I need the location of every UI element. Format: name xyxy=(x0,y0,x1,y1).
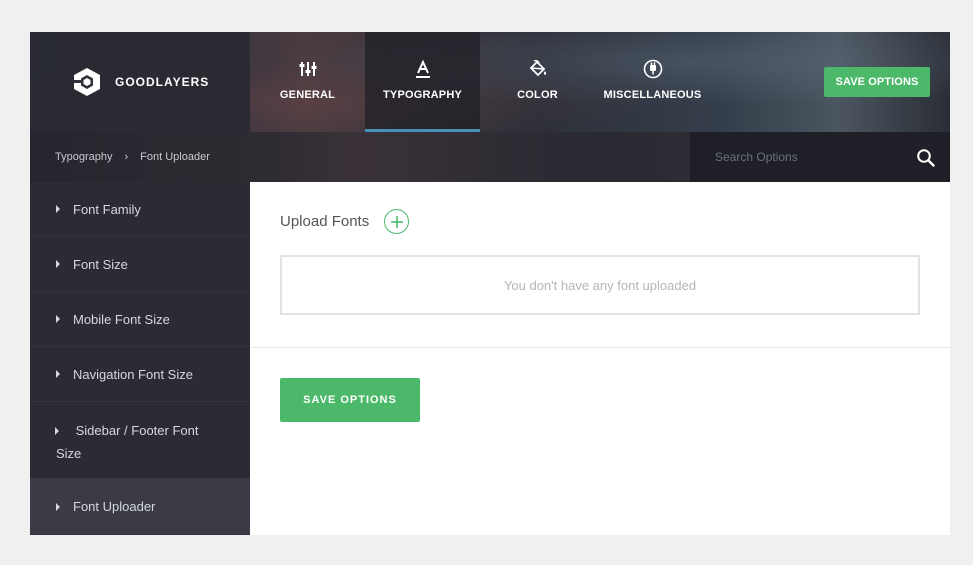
caret-right-icon xyxy=(56,370,60,378)
tab-label: TYPOGRAPHY xyxy=(382,89,462,101)
main-content: Upload Fonts You don't have any font upl… xyxy=(250,182,950,535)
font-icon xyxy=(415,59,430,78)
caret-right-icon xyxy=(56,205,60,213)
search-box xyxy=(690,132,950,182)
tab-general[interactable]: GENERAL xyxy=(250,32,365,132)
caret-right-icon xyxy=(56,260,60,268)
tab-label: MISCELLANEOUS xyxy=(603,89,702,101)
sidebar-item-label: Sidebar / Footer Font Size xyxy=(56,423,199,461)
tab-label: COLOR xyxy=(517,89,558,101)
upload-fonts-row: Upload Fonts xyxy=(280,209,410,234)
caret-right-icon xyxy=(56,315,60,323)
sidebar-item-navigation-font-size[interactable]: Navigation Font Size xyxy=(30,347,250,402)
tab-typography[interactable]: TYPOGRAPHY xyxy=(365,32,480,132)
search-icon[interactable] xyxy=(916,148,936,168)
search-input[interactable] xyxy=(715,150,905,164)
sliders-icon xyxy=(299,62,316,76)
sidebar-item-label: Mobile Font Size xyxy=(73,311,170,327)
tab-color[interactable]: COLOR xyxy=(480,32,595,132)
sidebar-item-label: Font Size xyxy=(73,256,128,272)
brand-name: GOODLAYERS xyxy=(115,75,210,89)
empty-fonts-message: You don't have any font uploaded xyxy=(503,277,697,293)
top-header: GOODLAYERS GENERAL TYPOGRAPHY COLOR MISC… xyxy=(30,32,950,132)
tab-miscellaneous[interactable]: MISCELLANEOUS xyxy=(595,32,710,132)
upload-fonts-label: Upload Fonts xyxy=(280,213,370,230)
paint-bucket-icon xyxy=(529,59,546,77)
sidebar: Font Family Font Size Mobile Font Size N… xyxy=(30,182,250,535)
options-panel: GOODLAYERS GENERAL TYPOGRAPHY COLOR MISC… xyxy=(30,32,950,535)
breadcrumb-separator: › xyxy=(124,151,129,163)
sidebar-item-label: Font Uploader xyxy=(73,499,156,514)
breadcrumb: Typography › Font Uploader xyxy=(55,132,210,182)
caret-right-icon xyxy=(55,426,59,435)
brand-logo: GOODLAYERS xyxy=(30,32,250,132)
sidebar-item-label: Navigation Font Size xyxy=(73,366,193,382)
sidebar-item-label: Font Family xyxy=(73,201,141,217)
breadcrumb-current: Font Uploader xyxy=(140,151,210,163)
sidebar-item-mobile-font-size[interactable]: Mobile Font Size xyxy=(30,292,250,347)
caret-right-icon xyxy=(56,502,60,511)
sidebar-item-sidebar-footer-font-size[interactable]: Sidebar / Footer Font Size xyxy=(30,402,250,479)
header-save-options-button[interactable]: SAVE OPTIONS xyxy=(824,67,930,97)
plus-icon xyxy=(390,215,403,228)
sidebar-item-font-family[interactable]: Font Family xyxy=(30,182,250,237)
uploaded-fonts-list: You don't have any font uploaded xyxy=(280,255,920,315)
plug-icon xyxy=(643,59,662,79)
sidebar-item-font-uploader[interactable]: Font Uploader xyxy=(30,479,250,535)
save-options-button[interactable]: SAVE OPTIONS xyxy=(280,378,420,422)
add-font-button[interactable] xyxy=(384,209,410,234)
breadcrumb-parent[interactable]: Typography xyxy=(55,151,112,163)
tab-label: GENERAL xyxy=(279,89,336,101)
goodlayers-logo-icon xyxy=(74,68,100,96)
divider xyxy=(250,347,950,348)
sub-bar: Typography › Font Uploader xyxy=(30,132,950,182)
sidebar-item-font-size[interactable]: Font Size xyxy=(30,237,250,292)
